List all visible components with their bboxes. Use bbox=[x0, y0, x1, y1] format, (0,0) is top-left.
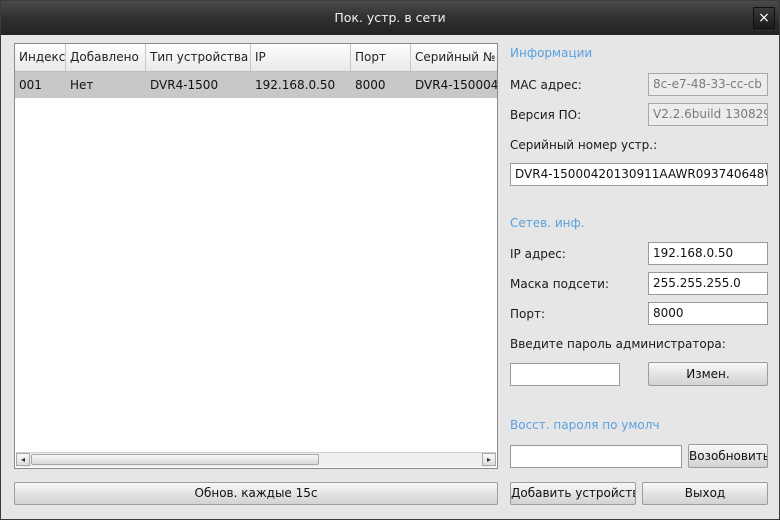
window-title: Пок. устр. в сети bbox=[334, 10, 446, 25]
info-section-title: Информации bbox=[510, 46, 593, 60]
restore-code-field[interactable] bbox=[510, 445, 682, 468]
mac-field: 8c-e7-48-33-cc-cb bbox=[648, 73, 768, 96]
add-device-button[interactable]: Добавить устройство bbox=[510, 482, 636, 505]
change-button[interactable]: Измен. bbox=[648, 362, 768, 386]
ip-label: IP адрес: bbox=[510, 247, 566, 261]
horizontal-scrollbar[interactable]: ◂ ▸ bbox=[16, 452, 496, 467]
cell-port: 8000 bbox=[355, 78, 386, 92]
restore-section-title: Восст. пароля по умолч bbox=[510, 418, 660, 432]
exit-button[interactable]: Выход bbox=[642, 482, 768, 505]
table-row[interactable]: 001 Нет DVR4-1500 192.168.0.50 8000 DVR4… bbox=[15, 72, 497, 98]
table-header: Индекс Добавлено Тип устройства IP Порт … bbox=[15, 44, 497, 72]
column-header-index[interactable]: Индекс bbox=[15, 44, 66, 71]
admin-password-field[interactable] bbox=[510, 363, 620, 386]
subnet-mask-label: Маска подсети: bbox=[510, 277, 610, 291]
column-header-port[interactable]: Порт bbox=[351, 44, 411, 71]
cell-device-type: DVR4-1500 bbox=[150, 78, 219, 92]
restore-button[interactable]: Возобновить bbox=[688, 444, 768, 468]
admin-password-label: Введите пароль администратора: bbox=[510, 337, 726, 351]
column-header-ip[interactable]: IP bbox=[251, 44, 351, 71]
subnet-mask-field[interactable]: 255.255.255.0 bbox=[648, 272, 768, 295]
cell-ip: 192.168.0.50 bbox=[255, 78, 336, 92]
column-header-serial[interactable]: Серийный № bbox=[411, 44, 497, 71]
scroll-left-icon[interactable]: ◂ bbox=[16, 453, 30, 466]
column-header-added[interactable]: Добавлено bbox=[66, 44, 146, 71]
firmware-field: V2.2.6build 130829 bbox=[648, 103, 768, 126]
network-section-title: Сетев. инф. bbox=[510, 216, 585, 230]
port-label: Порт: bbox=[510, 307, 546, 321]
scrollbar-thumb[interactable] bbox=[31, 454, 319, 465]
close-icon[interactable]: × bbox=[753, 7, 775, 29]
scroll-right-icon[interactable]: ▸ bbox=[482, 453, 496, 466]
refresh-interval-button[interactable]: Обнов. каждые 15с bbox=[14, 482, 498, 505]
ip-field[interactable]: 192.168.0.50 bbox=[648, 242, 768, 265]
cell-added: Нет bbox=[70, 78, 94, 92]
device-table: Индекс Добавлено Тип устройства IP Порт … bbox=[14, 43, 498, 469]
serial-label: Серийный номер устр.: bbox=[510, 138, 658, 152]
column-header-device-type[interactable]: Тип устройства bbox=[146, 44, 251, 71]
device-search-window: Пок. устр. в сети × Индекс Добавлено Тип… bbox=[0, 0, 780, 520]
port-field[interactable]: 8000 bbox=[648, 302, 768, 325]
cell-index: 001 bbox=[19, 78, 42, 92]
cell-serial: DVR4-15000420130911AAWR093740648WCVU bbox=[415, 78, 498, 92]
title-bar: Пок. устр. в сети × bbox=[1, 1, 779, 35]
firmware-label: Версия ПО: bbox=[510, 108, 582, 122]
mac-label: MAC адрес: bbox=[510, 78, 582, 92]
serial-field[interactable]: DVR4-15000420130911AAWR093740648WCVU bbox=[510, 163, 768, 186]
